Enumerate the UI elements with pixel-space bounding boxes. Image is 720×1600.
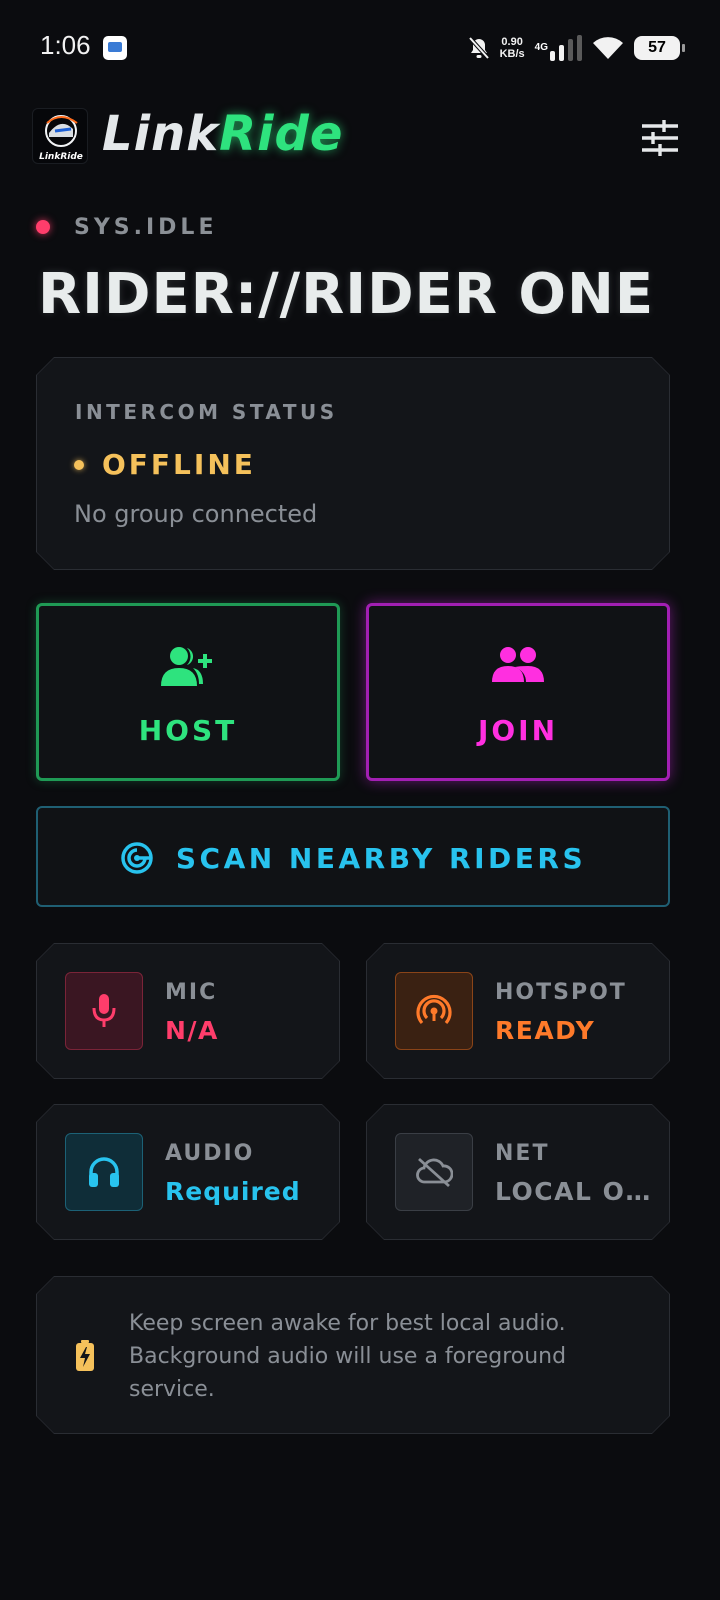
headphones-icon bbox=[87, 1155, 121, 1189]
battery-indicator: 57 bbox=[634, 36, 685, 60]
net-value: LOCAL O… bbox=[495, 1177, 652, 1206]
audio-label: AUDIO bbox=[165, 1141, 255, 1166]
settings-button[interactable] bbox=[640, 118, 680, 158]
hotspot-icon-box bbox=[395, 972, 473, 1050]
net-status-card: NET LOCAL O… bbox=[366, 1104, 670, 1240]
network-speed-unit: KB/s bbox=[499, 48, 525, 60]
hotspot-label: HOTSPOT bbox=[495, 980, 627, 1005]
network-speed: 0.90 KB/s bbox=[500, 36, 525, 60]
net-label: NET bbox=[495, 1141, 550, 1166]
intercom-status-detail: No group connected bbox=[74, 500, 318, 528]
net-icon-box bbox=[395, 1133, 473, 1211]
logo-caption: LinkRide bbox=[39, 152, 83, 162]
helmet-logo-icon: LinkRide bbox=[39, 115, 83, 162]
hotspot-status-card: HOTSPOT READY bbox=[366, 943, 670, 1079]
audio-value: Required bbox=[165, 1177, 301, 1206]
cell-signal-icon: 4G bbox=[535, 35, 582, 61]
mic-label: MIC bbox=[165, 980, 218, 1005]
status-icons: 0.90 KB/s 4G 57 bbox=[468, 32, 685, 64]
scan-nearby-button[interactable]: SCAN NEARBY RIDERS bbox=[36, 806, 670, 907]
mic-value: N/A bbox=[165, 1016, 219, 1045]
intercom-status-dot bbox=[74, 460, 84, 470]
network-speed-value: 0.90 bbox=[501, 36, 523, 48]
network-type: 4G bbox=[534, 42, 548, 53]
wifi-icon bbox=[593, 37, 623, 59]
app-logo: LinkRide bbox=[32, 108, 88, 164]
app-title: LinkRide bbox=[102, 106, 343, 162]
app-screen: 1:06 0.90 KB/s 4G 57 LinkRide LinkRide S… bbox=[0, 0, 720, 1600]
intercom-status-card: INTERCOM STATUS OFFLINE No group connect… bbox=[36, 357, 670, 570]
sliders-icon bbox=[642, 120, 678, 156]
signal-bars-icon bbox=[550, 35, 582, 61]
status-time: 1:06 bbox=[40, 30, 91, 60]
mic-status-card: MIC N/A bbox=[36, 943, 340, 1079]
audio-status-card: AUDIO Required bbox=[36, 1104, 340, 1240]
host-button[interactable]: HOST bbox=[36, 603, 340, 781]
cloud-off-icon bbox=[415, 1156, 453, 1188]
tip-card: Keep screen awake for best local audio. … bbox=[36, 1276, 670, 1434]
battery-charging-icon bbox=[75, 1340, 95, 1372]
host-label: HOST bbox=[138, 714, 238, 747]
app-title-part2: Ride bbox=[219, 106, 344, 162]
intercom-status-label: INTERCOM STATUS bbox=[75, 400, 338, 424]
notification-icon bbox=[103, 36, 127, 60]
add-user-icon bbox=[161, 647, 212, 686]
audio-icon-box bbox=[65, 1133, 143, 1211]
sys-status-dot bbox=[36, 220, 50, 234]
join-label: JOIN bbox=[477, 714, 559, 747]
scan-nearby-label: SCAN NEARBY RIDERS bbox=[175, 841, 587, 875]
hotspot-value: READY bbox=[495, 1016, 596, 1045]
join-button[interactable]: JOIN bbox=[366, 603, 670, 781]
app-title-part1: Link bbox=[102, 106, 220, 162]
group-icon bbox=[492, 647, 544, 682]
mic-icon-box bbox=[65, 972, 143, 1050]
rider-title: RIDER://RIDER ONE bbox=[38, 262, 655, 327]
hotspot-icon bbox=[416, 993, 452, 1029]
tip-text: Keep screen awake for best local audio. … bbox=[129, 1311, 567, 1402]
radar-icon bbox=[121, 842, 153, 874]
sys-status-label: SYS.IDLE bbox=[74, 215, 218, 240]
mute-bell-icon bbox=[468, 36, 490, 60]
status-bar: 1:06 0.90 KB/s 4G 57 bbox=[0, 0, 720, 96]
intercom-status-value: OFFLINE bbox=[102, 448, 256, 481]
mic-icon bbox=[91, 993, 117, 1029]
